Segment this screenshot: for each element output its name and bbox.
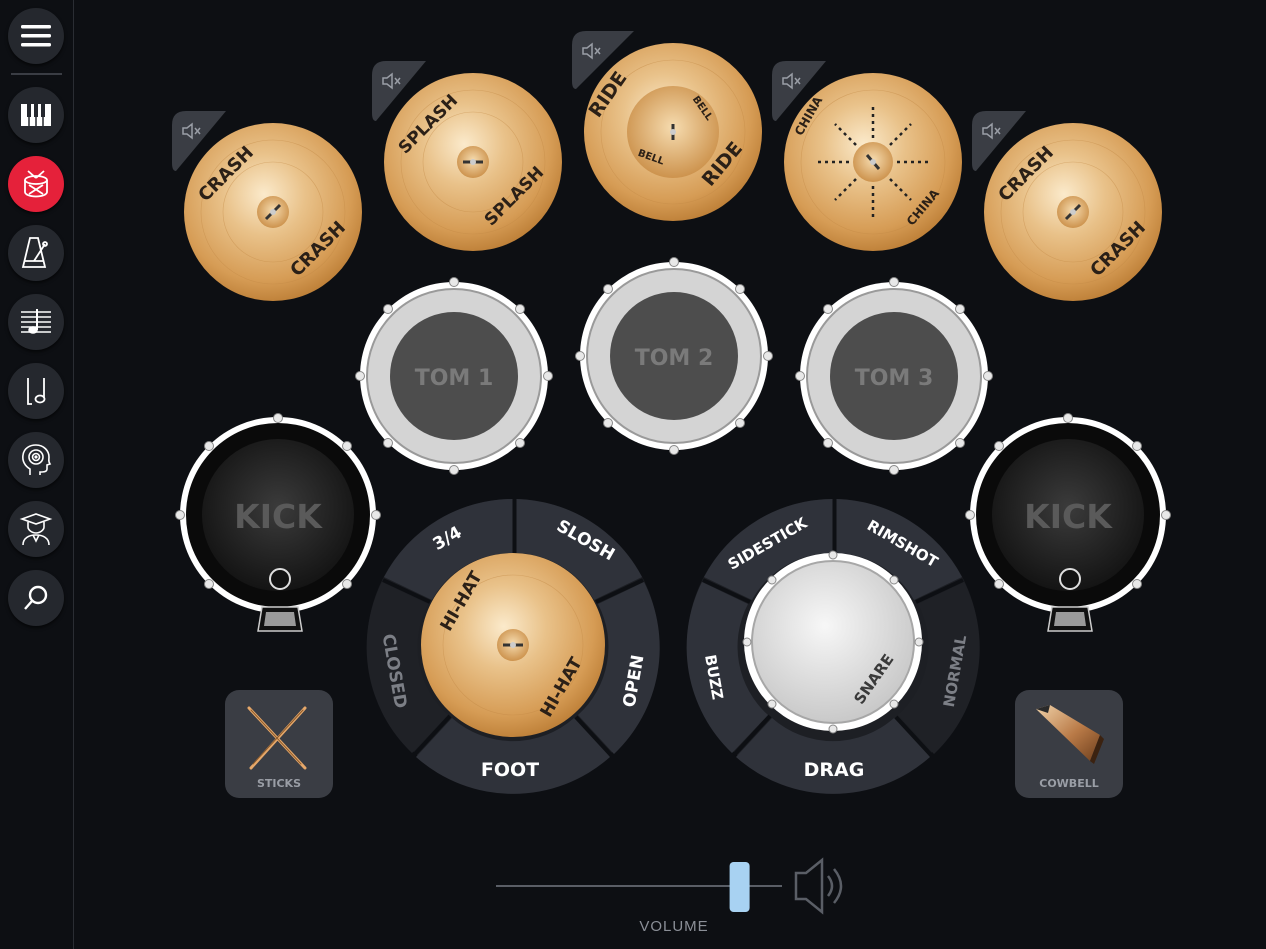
metronome-icon [21,237,48,268]
volume-label: VOLUME [639,918,709,935]
tom-3-label: TOM 3 [855,366,934,391]
sidebar-item-note[interactable] [8,363,64,419]
speaker-icon[interactable] [794,857,843,915]
graduate-icon [19,513,53,546]
music-note-icon [27,378,46,405]
cowbell-label: COWBELL [1039,777,1098,790]
volume-slider-thumb[interactable] [729,862,750,912]
tom-3[interactable]: TOM 3 [795,277,993,475]
sidebar-item-metronome[interactable] [8,225,64,281]
sidebar [0,0,74,949]
sidebar-item-piano[interactable] [8,87,64,143]
volume-control [496,857,843,915]
hamburger-menu-icon[interactable] [8,8,64,64]
tom-1-label: TOM 1 [415,366,494,391]
crash-right-cymbal[interactable]: CRASH CRASH [984,123,1162,301]
kick-left-label: KICK [234,497,323,536]
china-cymbal[interactable]: CHINA CHINA [784,73,962,251]
kick-left[interactable]: KICK [175,413,381,632]
hihat-foot-label: FOOT [481,759,539,781]
snare-drag-label: DRAG [804,759,865,781]
cowbell-button[interactable]: COWBELL [1015,690,1123,798]
kick-right-label: KICK [1024,497,1113,536]
kick-right[interactable]: KICK [965,413,1171,632]
sidebar-divider [11,73,62,75]
sidebar-item-drums[interactable] [8,156,64,212]
drum-icon [24,170,48,198]
sheet-music-icon [21,309,51,334]
sidebar-item-sheet-music[interactable] [8,294,64,350]
snare-drum[interactable]: SNARE [742,550,924,734]
tom-1[interactable]: TOM 1 [355,277,553,475]
tom-2-label: TOM 2 [635,346,714,371]
ride-cymbal[interactable]: RIDE RIDE BELL BELL [584,43,762,221]
sticks-label: STICKS [257,777,301,790]
sidebar-item-lessons[interactable] [8,501,64,557]
search-icon [24,585,48,610]
drum-kit: CRASH CRASH SPLASH SPLASH RIDE RIDE BELL… [172,31,1171,915]
head-target-icon [22,444,52,475]
crash-left-cymbal[interactable]: CRASH CRASH [184,123,362,301]
sticks-button[interactable]: STICKS [225,690,333,798]
sidebar-item-search[interactable] [8,570,64,626]
hihat-cymbal[interactable]: HI-HAT HI-HAT [421,553,605,737]
piano-keys-icon [21,104,51,126]
sidebar-item-ear-training[interactable] [8,432,64,488]
tom-2[interactable]: TOM 2 [575,257,773,455]
splash-cymbal[interactable]: SPLASH SPLASH [384,73,562,251]
